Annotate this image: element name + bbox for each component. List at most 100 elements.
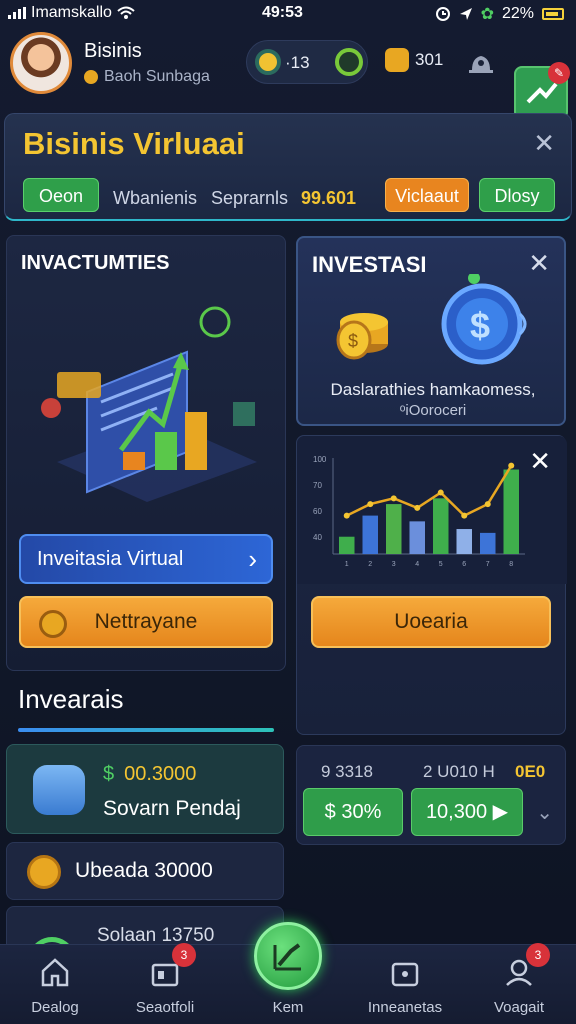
dollar-icon: $ — [324, 801, 342, 823]
banner-virtual-button[interactable]: Viclaaut — [385, 178, 469, 212]
piggy-bank-icon — [33, 765, 85, 815]
nav-item-dialog[interactable]: Dealog — [0, 945, 110, 1024]
chart-bar — [480, 532, 496, 554]
chart-point — [414, 504, 421, 511]
chart-bar — [433, 498, 449, 554]
coin-icon — [39, 610, 67, 638]
investment-panel: INVESTASI ✕ $ $ Daslarathies hamkaomess,… — [296, 236, 566, 426]
chart-bar — [503, 469, 519, 554]
investment-card[interactable]: $ 00.3000 Sovarn Pendaj — [6, 744, 284, 834]
nav-item-investments[interactable]: Inneanetas — [350, 945, 460, 1024]
coin-icon — [27, 855, 61, 889]
card-amount-row: $ 00.3000 — [103, 763, 196, 786]
svg-text:$: $ — [348, 331, 358, 351]
location-icon — [459, 8, 472, 20]
stat-1: 9 3318 — [321, 762, 373, 781]
banner-title: Bisinis Virluaai — [23, 126, 245, 161]
banner-amount: 99.601 — [301, 188, 357, 208]
card-label: Ubeada 30000 — [75, 859, 213, 882]
chart-point — [390, 495, 397, 502]
nav-label: Kem — [272, 999, 304, 1016]
briefcase-icon — [391, 962, 419, 987]
wallet-value: 301 — [415, 50, 444, 69]
search-icon[interactable] — [335, 48, 363, 76]
dollar-icon: $ — [103, 763, 115, 785]
chart-edit-icon — [273, 943, 301, 971]
chart-bar — [362, 515, 378, 554]
chart-bar — [409, 521, 425, 554]
analytics-illustration-icon — [41, 306, 257, 502]
x-tick-label: 7 — [486, 561, 490, 568]
stat-2: 2 U010 H — [423, 762, 495, 781]
nav-item-profile[interactable]: 3 Voagait — [464, 943, 574, 1024]
wallet-counter[interactable]: 301 — [385, 48, 443, 72]
home-icon — [41, 958, 69, 987]
banner-close-button[interactable]: Dlosy — [479, 178, 555, 212]
chart-point — [343, 512, 350, 519]
x-tick-label: 5 — [439, 561, 443, 568]
chart-point — [461, 512, 468, 519]
amount-label: 10,300 — [425, 801, 488, 823]
chart-point — [367, 501, 374, 508]
percent-button[interactable]: $ 30% — [303, 788, 403, 836]
virtual-invest-label: Inveitasia Virtual — [37, 548, 184, 570]
carrier-label: Imamskallo — [31, 4, 112, 21]
virtual-invest-button[interactable]: Inveitasia Virtual › — [19, 534, 273, 584]
balance-pill[interactable]: ·13 — [246, 40, 368, 84]
amount-button[interactable]: 10,300 ▶ — [411, 788, 523, 836]
card-amount: 00.3000 — [124, 763, 197, 785]
chart-area: 100 70 60 40 1 2 3 4 5 6 7 8 — [297, 436, 567, 584]
nav-label: Voagait — [493, 999, 545, 1016]
y-tick-label: 40 — [313, 533, 322, 542]
play-icon: ▶ — [487, 801, 509, 823]
card-label: Sovarn Pendaj — [103, 797, 241, 820]
chart-point — [508, 462, 515, 469]
x-tick-label: 2 — [368, 561, 372, 568]
notification-bell-icon[interactable] — [466, 52, 496, 76]
investment-subdescription: ᵒiOoroceri — [399, 402, 467, 419]
nav-label: Inneanetas — [367, 999, 443, 1016]
nav-label: Seaotfoli — [135, 999, 195, 1016]
user-subtitle: Baoh Sunbaga — [84, 68, 210, 86]
y-tick-label: 100 — [313, 455, 327, 464]
virtual-business-banner: Bisinis Virluaai ✕ Oeon Wbanienis Seprar… — [4, 113, 572, 221]
nav-item-portfolio[interactable]: 3 Seaotfoli — [110, 943, 220, 1024]
chart-line — [346, 465, 513, 518]
nav-label: Dealog — [31, 999, 79, 1016]
left-action-button[interactable]: Nettrayane — [19, 596, 273, 648]
wifi-icon — [117, 6, 135, 19]
gold-coin-icon — [255, 49, 281, 75]
left-action-label: Nettrayane — [94, 610, 198, 633]
chart-action-button[interactable]: Uoearia — [311, 596, 551, 648]
leaf-icon: ✿ — [480, 6, 494, 23]
chart-bar — [386, 504, 402, 554]
investment-card[interactable]: Ubeada 30000 — [6, 842, 284, 900]
balance-value: ·13 — [285, 53, 310, 72]
x-tick-label: 3 — [392, 561, 396, 568]
x-tick-label: 8 — [509, 561, 513, 568]
investment-description: Daslarathies hamkaomess, — [330, 380, 536, 399]
avatar[interactable] — [10, 32, 72, 94]
trend-action-button[interactable]: ✎ — [514, 62, 570, 120]
svg-text:$: $ — [470, 305, 490, 346]
battery-icon — [542, 8, 564, 20]
chevron-right-icon: › — [248, 544, 257, 574]
percent-label: 30% — [341, 801, 382, 823]
section-underline — [18, 728, 274, 732]
center-chart-button[interactable] — [254, 922, 322, 990]
close-icon[interactable]: ✕ — [533, 128, 555, 159]
stats-row: 9 3318 2 U010 H 0E0 $ 30% 10,300 ▶ ⌄ — [296, 745, 566, 845]
battery-label: 22% — [501, 5, 534, 22]
chevron-down-icon[interactable]: ⌄ — [536, 800, 553, 825]
banner-label-1: Wbanienis — [113, 188, 198, 208]
section-title: Invearais — [18, 684, 124, 714]
app-header: Bisinis Baoh Sunbaga ·13 301 ✎ — [0, 28, 576, 120]
close-icon[interactable]: ✕ — [529, 446, 551, 477]
banner-open-button[interactable]: Oeon — [23, 178, 99, 212]
x-tick-label: 1 — [345, 561, 349, 568]
banner-label-2: Seprarnls — [211, 188, 289, 208]
panel-heading: INVACTUMTIES — [21, 252, 170, 274]
clock: 49:53 — [262, 4, 303, 21]
chart-bar — [456, 529, 472, 554]
wallet-icon — [385, 48, 409, 72]
